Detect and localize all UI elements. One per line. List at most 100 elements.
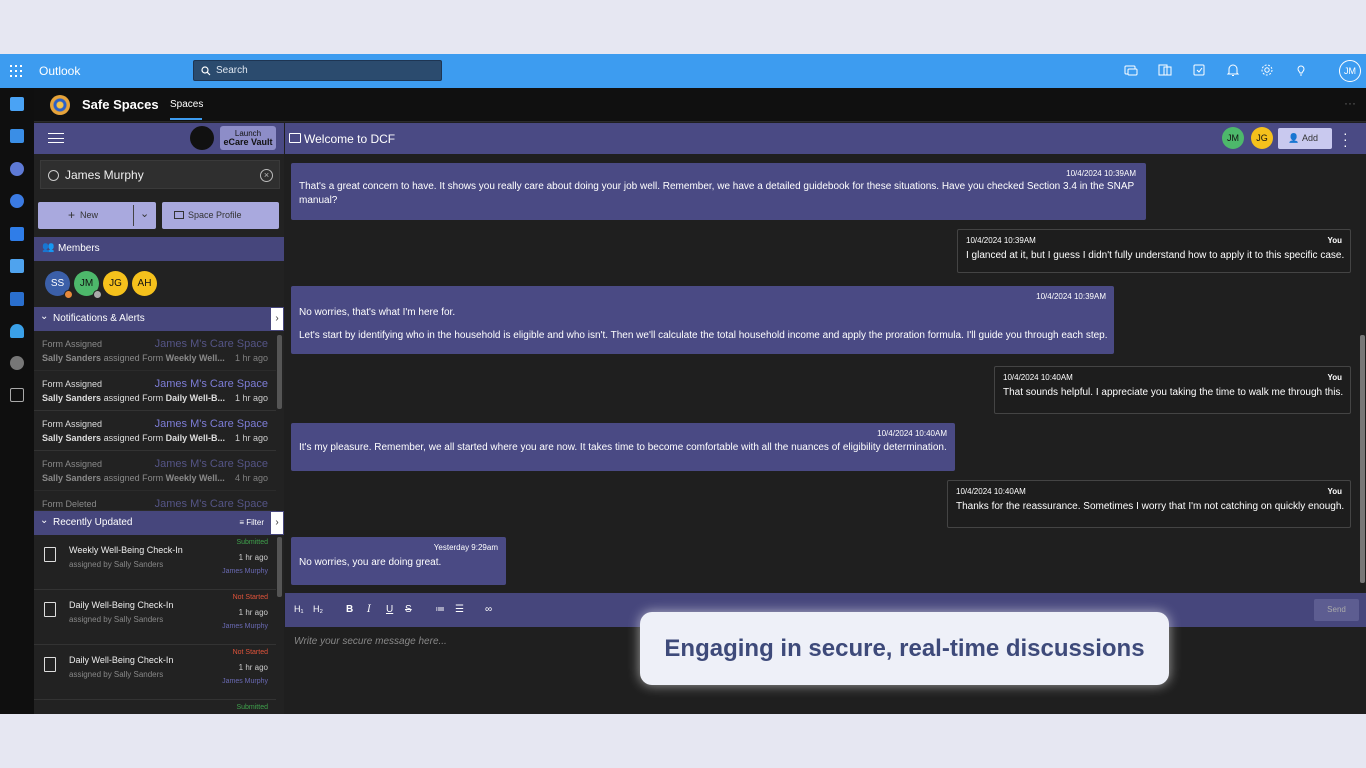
document-icon <box>44 657 56 672</box>
outlook-icon[interactable] <box>10 292 24 306</box>
message-input[interactable]: Write your secure message here... <box>294 636 447 647</box>
bold-icon[interactable]: B <box>346 604 353 615</box>
document-icon <box>44 602 56 617</box>
message-text: That's a great concern to have. It shows… <box>299 181 1135 206</box>
notification-detail: Sally Sanders assigned Form Daily Well-B… <box>42 393 225 403</box>
onedrive-icon[interactable] <box>10 324 24 338</box>
participant-avatar[interactable]: JG <box>1251 127 1273 149</box>
launch-ecare-vault-button[interactable]: Launch eCare Vault <box>220 126 276 150</box>
caption-banner: Engaging in secure, real-time discussion… <box>640 612 1169 685</box>
meet-now-icon[interactable] <box>1124 63 1140 79</box>
notification-space-link[interactable]: James M's Care Space <box>155 338 268 350</box>
member-avatar[interactable]: SS <box>45 271 73 299</box>
message-sender: You <box>1327 487 1342 496</box>
notification-space-link[interactable]: James M's Care Space <box>155 418 268 430</box>
my-day-icon[interactable] <box>1192 63 1208 79</box>
message-text: I glanced at it, but I guess I didn't fu… <box>966 250 1345 261</box>
safe-spaces-app-icon[interactable] <box>10 356 24 370</box>
notification-item[interactable]: Form Assigned James M's Care Space Sally… <box>34 331 276 371</box>
user-selector[interactable]: James Murphy × <box>40 160 280 189</box>
heading2-icon[interactable]: H₂ <box>313 604 323 614</box>
message-sender: You <box>1327 236 1342 245</box>
underline-icon[interactable]: U <box>386 604 393 615</box>
expand-arrow-icon[interactable]: › <box>271 512 283 534</box>
app-name: Outlook <box>39 64 81 78</box>
calendar-icon[interactable] <box>10 129 24 143</box>
notification-space-link[interactable]: James M's Care Space <box>155 378 268 390</box>
app-rail <box>0 88 34 714</box>
send-button[interactable]: Send <box>1314 599 1359 621</box>
chat-header: Welcome to DCF JM JG 👤 Add · · · <box>285 123 1366 154</box>
todo-icon[interactable] <box>10 227 24 241</box>
space-profile-button[interactable]: Space Profile <box>162 202 279 229</box>
add-participant-button[interactable]: 👤 Add <box>1278 128 1332 149</box>
notifications-section-header[interactable]: ⌄ Notifications & Alerts › <box>34 307 284 331</box>
recent-form-item[interactable]: Daily Well-Being Check-In assigned by Sa… <box>34 645 276 700</box>
notification-item[interactable]: Form Assigned James M's Care Space Sally… <box>34 451 276 491</box>
heading1-icon[interactable]: H₁ <box>294 604 304 614</box>
form-owner: James Murphy <box>222 568 268 575</box>
chevron-down-icon: ⌄ <box>40 311 49 322</box>
chat-title: Welcome to DCF <box>304 132 396 146</box>
notification-space-link[interactable]: James M's Care Space <box>155 458 268 470</box>
notification-item[interactable]: Form Assigned James M's Care Space Sally… <box>34 371 276 411</box>
people-icon[interactable] <box>10 162 24 176</box>
form-time: 1 hr ago <box>238 553 268 562</box>
search-box[interactable]: Search <box>193 60 442 81</box>
notification-item[interactable]: Form Assigned James M's Care Space Sally… <box>34 411 276 451</box>
recent-form-item[interactable]: Daily Well-Being Check-In assigned by Sa… <box>34 590 276 645</box>
tab-spaces[interactable]: Spaces <box>170 99 203 110</box>
strikethrough-icon[interactable]: S <box>405 604 412 615</box>
more-apps-icon[interactable] <box>10 388 24 402</box>
notification-item[interactable]: Form Deleted James M's Care Space <box>34 491 276 511</box>
member-avatar[interactable]: JM <box>74 271 102 299</box>
more-menu-icon[interactable]: · · · <box>1343 126 1348 152</box>
recent-form-item[interactable]: Weekly Well-Being Check-In assigned by S… <box>34 535 276 590</box>
notification-time: 1 hr ago <box>234 433 268 443</box>
member-avatar[interactable]: JG <box>103 271 128 296</box>
clear-icon[interactable]: × <box>260 169 273 182</box>
members-section-header[interactable]: 👥 Members <box>34 237 284 261</box>
message-text: That sounds helpful. I appreciate you ta… <box>1003 387 1344 398</box>
mail-icon[interactable] <box>10 97 24 111</box>
profile-card-icon <box>174 211 184 219</box>
recently-updated-label: Recently Updated <box>53 517 133 528</box>
numbered-list-icon[interactable]: ≔ <box>435 604 445 615</box>
link-icon[interactable]: ∞ <box>485 604 492 615</box>
chat-icon <box>289 133 301 143</box>
chevron-down-icon[interactable]: ⌄ <box>140 207 149 220</box>
form-title: Daily Well-Being Check-In <box>69 655 174 665</box>
new-button[interactable]: + New ⌄ <box>38 202 156 229</box>
more-options-icon[interactable]: ··· <box>1344 96 1356 110</box>
tips-lightbulb-icon[interactable] <box>1294 63 1310 79</box>
notification-type: Form Assigned <box>42 339 103 349</box>
split-divider <box>133 205 134 226</box>
teams-icon[interactable] <box>1158 63 1174 79</box>
launch-icon[interactable] <box>190 126 214 150</box>
chat-scrollbar[interactable] <box>1360 335 1365 583</box>
filter-label: Filter <box>246 518 264 527</box>
expand-arrow-icon[interactable]: › <box>271 308 283 330</box>
notification-space-link[interactable]: James M's Care Space <box>155 498 268 510</box>
account-avatar[interactable]: JM <box>1339 60 1361 82</box>
hamburger-menu-icon[interactable] <box>48 133 64 143</box>
app-launcher-icon[interactable] <box>10 65 22 77</box>
notifications-scrollbar[interactable] <box>277 335 282 409</box>
participant-avatar[interactable]: JM <box>1222 127 1244 149</box>
notifications-label: Notifications & Alerts <box>53 313 145 324</box>
member-avatar[interactable]: AH <box>132 271 157 296</box>
filter-button[interactable]: ≡ Filter <box>239 518 264 527</box>
plus-icon: + <box>68 208 76 222</box>
bullet-list-icon[interactable]: ☰ <box>455 604 464 615</box>
recent-scrollbar[interactable] <box>277 537 282 597</box>
onedrive-files-icon[interactable] <box>10 259 24 273</box>
settings-gear-icon[interactable] <box>1260 63 1276 79</box>
message-bubble: 10/4/2024 10:40AM You That sounds helpfu… <box>994 366 1351 414</box>
groups-icon[interactable] <box>10 194 24 208</box>
notifications-bell-icon[interactable] <box>1226 63 1242 79</box>
safe-spaces-logo-icon <box>50 95 70 115</box>
recent-form-item[interactable]: Submitted <box>34 700 276 714</box>
recently-updated-section-header[interactable]: ⌄ Recently Updated ≡ Filter › <box>34 511 284 535</box>
message-text: It's my pleasure. Remember, we all start… <box>299 442 947 453</box>
italic-icon[interactable]: I <box>367 604 371 615</box>
